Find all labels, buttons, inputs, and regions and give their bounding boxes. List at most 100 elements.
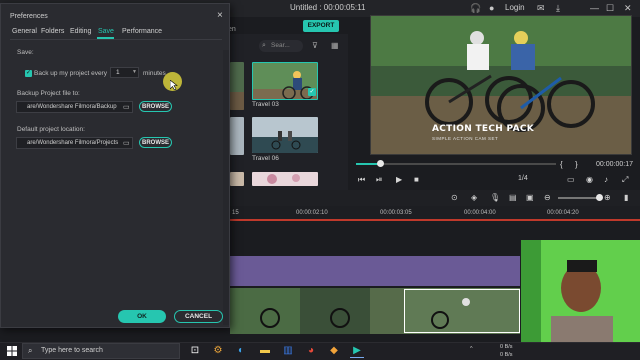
interval-unit-label: minutes: [143, 70, 166, 77]
play-icon[interactable]: ▶: [396, 175, 402, 184]
preview-quality-select[interactable]: 1/4: [518, 175, 528, 182]
preview-window[interactable]: [370, 15, 632, 155]
window-title: Untitled : 00:00:05:11: [290, 3, 366, 12]
widgets-icon[interactable]: ⚙: [211, 344, 225, 358]
taskbar-search-placeholder: Type here to search: [41, 347, 103, 354]
added-check-icon: ✓: [308, 88, 316, 96]
stop-icon[interactable]: ■: [414, 175, 419, 184]
dialog-scrollbar[interactable]: [223, 50, 229, 325]
close-icon[interactable]: ✕: [624, 3, 632, 14]
net-down-speed: 0 B/s: [500, 352, 513, 358]
zoom-in-icon[interactable]: ⊕: [604, 193, 611, 202]
export-button[interactable]: EXPORT: [303, 20, 339, 32]
filter-icon[interactable]: ⊽: [312, 41, 318, 50]
prev-frame-icon[interactable]: ⏮: [358, 175, 365, 185]
tab-folders[interactable]: Folders: [41, 28, 64, 35]
file-explorer-icon[interactable]: ▬: [258, 344, 272, 358]
mic-icon[interactable]: 🎙: [490, 193, 500, 202]
mark-in-icon[interactable]: {: [560, 160, 563, 169]
tab-performance[interactable]: Performance: [122, 28, 162, 35]
ruler-label: 00:00:04:00: [464, 210, 496, 216]
travel-06-image: [252, 117, 318, 153]
cancel-button[interactable]: CANCEL: [174, 310, 223, 323]
app-icon[interactable]: ◆: [327, 344, 341, 358]
checkmark-icon: ✓: [25, 70, 32, 76]
task-view-icon[interactable]: ⊡: [188, 344, 202, 358]
backup-checkbox-label: Back up my project every: [34, 70, 107, 77]
media-thumbnail-travel-06[interactable]: [252, 117, 318, 153]
tab-general[interactable]: General: [12, 28, 37, 35]
mouse-pointer-icon: [170, 80, 178, 90]
volume-icon[interactable]: ♪: [604, 175, 608, 184]
playback-progress[interactable]: [356, 160, 556, 167]
download-icon[interactable]: ⤓: [556, 3, 560, 14]
save-section-label: Save:: [17, 49, 34, 56]
grid-view-icon[interactable]: ▦: [331, 41, 339, 50]
folder-icon[interactable]: ▭: [123, 103, 130, 111]
chrome-icon[interactable]: ◕: [304, 344, 318, 358]
timeline-zoom-slider[interactable]: [558, 197, 598, 199]
ruler-label: 00:00:04:20: [547, 210, 579, 216]
voiceover-icon[interactable]: ▤: [509, 193, 517, 202]
preview-subtitle-overlay: SIMPLE ACTION CAM SET: [432, 136, 499, 141]
taskbar-search-input[interactable]: ⌕ Type here to search: [22, 343, 180, 359]
backup-path-field[interactable]: are/Wondershare Filmora/Backup ▭: [16, 101, 133, 113]
media-search-input[interactable]: ⌕ Sear...: [259, 40, 303, 52]
maximize-icon[interactable]: ☐: [606, 3, 614, 14]
headset-icon[interactable]: 🎧: [470, 3, 481, 14]
notification-icon[interactable]: ✉: [537, 3, 545, 14]
backup-browse-button[interactable]: BROWSE: [139, 101, 172, 112]
default-path-value: are/Wondershare Filmora/Projects: [27, 140, 119, 146]
mark-out-icon[interactable]: }: [575, 160, 578, 169]
folder-icon[interactable]: ▭: [123, 139, 130, 147]
search-icon: ⌕: [262, 42, 266, 49]
close-icon[interactable]: ×: [217, 10, 223, 21]
screen: Untitled : 00:00:05:11 🎧 ● Login ✉ ⤓ — ☐…: [0, 0, 640, 360]
store-icon[interactable]: ▥: [281, 344, 295, 358]
media-thumbnail-partial-3[interactable]: [230, 172, 244, 186]
default-browse-button[interactable]: BROWSE: [139, 137, 172, 148]
backup-checkbox[interactable]: ✓: [25, 70, 32, 77]
timeline-more-icon[interactable]: ▮: [624, 193, 628, 202]
filmora-taskbar-icon[interactable]: ▶: [350, 344, 364, 358]
preview-timecode: 00:00:00:17: [596, 161, 633, 168]
subtitle-icon[interactable]: ▣: [526, 193, 534, 202]
timeline-zoom-knob[interactable]: [596, 194, 603, 201]
playhead-knob[interactable]: [376, 160, 384, 167]
selected-clip-outline[interactable]: [404, 289, 520, 333]
fullscreen-icon[interactable]: ⤢: [622, 175, 628, 185]
media-thumbnail-blossom[interactable]: [252, 172, 318, 186]
minimize-icon[interactable]: —: [590, 3, 599, 13]
windows-start-icon[interactable]: [7, 346, 17, 356]
account-icon[interactable]: ●: [489, 3, 494, 13]
backup-file-label: Backup Project file to:: [17, 90, 80, 97]
blossom-image: [252, 172, 318, 186]
backup-path-value: are/Wondershare Filmora/Backup: [27, 104, 117, 110]
tray-chevron-icon[interactable]: ^: [470, 346, 473, 352]
thumbnail-image: [230, 117, 244, 155]
tab-save[interactable]: Save: [98, 28, 114, 35]
backup-interval-value: 1: [116, 69, 120, 76]
dialog-title: Preferences: [10, 13, 48, 20]
preferences-dialog: Preferences × General Folders Editing Sa…: [0, 3, 230, 328]
monitor-icon[interactable]: ▭: [567, 175, 575, 184]
preview-title-overlay: ACTION TECH PACK: [432, 124, 535, 134]
edge-browser-icon[interactable]: ◐: [234, 344, 248, 358]
media-thumbnail-partial-2[interactable]: [230, 117, 244, 155]
snapshot-icon[interactable]: ◉: [586, 175, 593, 184]
media-library: [228, 34, 348, 190]
marker-icon[interactable]: ◈: [471, 193, 477, 202]
thumbnail-image: [230, 62, 244, 110]
backup-interval-select[interactable]: 1 ▼: [110, 67, 139, 78]
login-link[interactable]: Login: [505, 3, 525, 12]
media-thumbnail-partial[interactable]: [230, 62, 244, 110]
zoom-out-icon[interactable]: ⊖: [544, 193, 551, 202]
audio-clip-purple[interactable]: [230, 256, 520, 286]
default-path-field[interactable]: are/Wondershare Filmora/Projects ▭: [16, 137, 133, 149]
render-icon[interactable]: ⊙: [451, 193, 458, 202]
tab-editing[interactable]: Editing: [70, 28, 91, 35]
ok-button[interactable]: OK: [118, 310, 166, 323]
thumbnail-label-travel-03: Travel 03: [252, 101, 279, 108]
play-reverse-icon[interactable]: ⏯: [376, 175, 382, 185]
ruler-label: 00:00:03:05: [380, 210, 412, 216]
